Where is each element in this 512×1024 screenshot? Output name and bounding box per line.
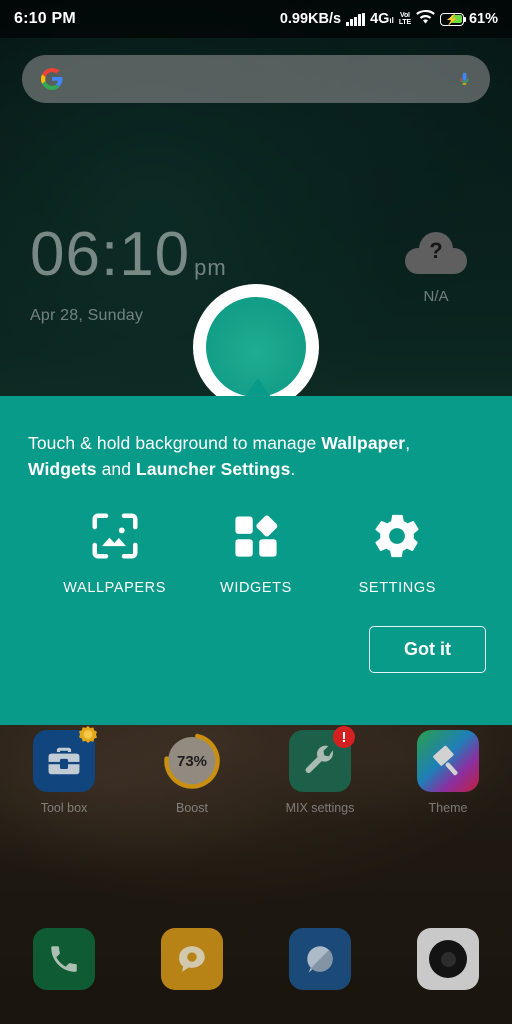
question-mark-glyph: ? (429, 238, 443, 263)
wrench-icon[interactable]: ! (289, 726, 355, 792)
wifi-icon (416, 9, 435, 29)
tutorial-bold-widgets: Widgets (28, 459, 97, 479)
google-logo-icon (40, 67, 64, 91)
settings-label: SETTINGS (358, 580, 436, 596)
app-theme[interactable]: Theme (384, 730, 512, 815)
dock-item-phone[interactable] (0, 928, 128, 990)
got-it-button[interactable]: Got it (369, 626, 486, 673)
settings-action[interactable]: SETTINGS (343, 508, 451, 596)
browser-icon[interactable] (289, 928, 351, 990)
widgets-action[interactable]: WIDGETS (202, 508, 310, 596)
tutorial-panel: Touch & hold background to manage Wallpa… (0, 396, 512, 725)
star-badge-icon (76, 725, 100, 749)
status-bar-clock: 6:10 PM (14, 10, 76, 27)
cloud-question-icon: ? (405, 232, 467, 274)
app-label: Theme (428, 801, 468, 815)
app-mix-settings[interactable]: ! MIX settings (256, 726, 384, 815)
settings-gear-icon (370, 508, 424, 564)
clock-time: 06:10 pm (30, 220, 227, 289)
clock-widget[interactable]: 06:10 pm Apr 28, Sunday (30, 222, 227, 325)
app-label: Tool box (40, 801, 88, 815)
wallpapers-image-icon (88, 508, 142, 564)
dock-item-messages[interactable] (128, 928, 256, 990)
tutorial-text-3: and (96, 459, 137, 479)
app-label: MIX settings (285, 801, 355, 815)
weather-widget[interactable]: ? N/A (386, 232, 486, 305)
tutorial-bold-launcher-settings: Launcher Settings (136, 459, 291, 479)
network-type-label: 4Gıl (370, 11, 394, 27)
camera-icon[interactable] (417, 928, 479, 990)
tutorial-bold-wallpaper: Wallpaper (321, 433, 406, 453)
camera-lens-icon (429, 940, 467, 978)
tutorial-text-4: . (290, 459, 296, 479)
app-label: Boost (176, 801, 208, 815)
boost-ring-icon[interactable]: 73% (161, 730, 223, 792)
dock (0, 928, 512, 990)
widgets-label: WIDGETS (220, 580, 292, 596)
dock-item-browser[interactable] (256, 928, 384, 990)
paintbrush-icon[interactable] (417, 730, 479, 792)
wallpapers-action[interactable]: WALLPAPERS (61, 508, 169, 596)
tutorial-text-1: Touch & hold background to manage (28, 433, 322, 453)
volte-icon: VoI LTE (398, 12, 411, 26)
weather-status: N/A (423, 288, 449, 305)
tutorial-message: Touch & hold background to manage Wallpa… (0, 396, 512, 482)
boost-percent-label: 73% (176, 752, 208, 770)
battery-charging-icon: ⚡ (439, 12, 467, 26)
app-boost[interactable]: 73% Boost (128, 730, 256, 815)
dock-item-camera[interactable] (384, 928, 512, 990)
microphone-icon[interactable] (457, 67, 472, 91)
app-toolbox[interactable]: Tool box (0, 726, 128, 815)
signal-bars-icon (346, 12, 366, 26)
wallpapers-label: WALLPAPERS (63, 580, 166, 596)
phone-icon[interactable] (33, 928, 95, 990)
home-app-row: Tool box 73% Boost ! MIX settings Theme (0, 726, 512, 815)
battery-percent-label: 61% (468, 11, 498, 27)
alert-badge-icon: ! (333, 726, 355, 748)
toolbox-icon[interactable] (33, 726, 97, 792)
google-search-bar[interactable] (22, 55, 490, 103)
widgets-grid-icon (230, 508, 282, 564)
tutorial-actions: WALLPAPERS WIDGETS SETTINGS (0, 482, 512, 596)
network-speed-text: 0.99KB/s (279, 11, 342, 27)
status-bar[interactable]: 6:10 PM 0.99KB/s 4Gıl VoI LTE ⚡ 61% (0, 0, 512, 38)
messages-icon[interactable] (161, 928, 223, 990)
tutorial-text-2: , (405, 433, 411, 453)
